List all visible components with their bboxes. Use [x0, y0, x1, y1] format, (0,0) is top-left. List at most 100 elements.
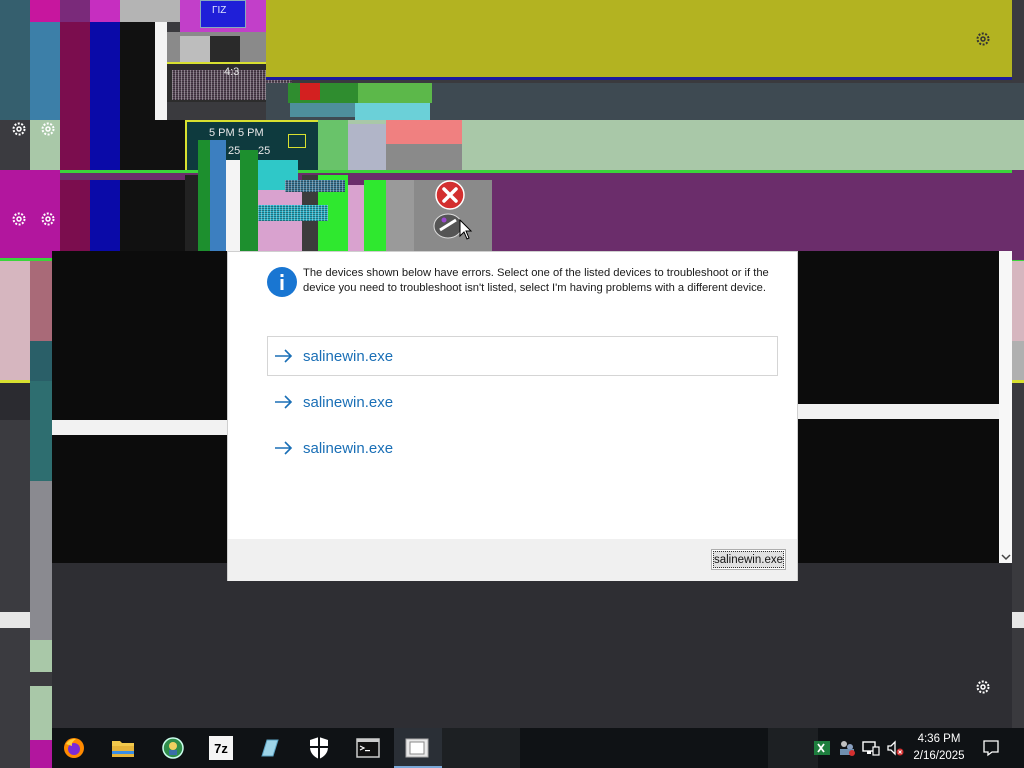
glitch-label: 25 [258, 145, 271, 157]
settings-gear-icon[interactable] [975, 679, 991, 695]
clock-date: 2/16/2025 [913, 750, 965, 762]
notepad-icon[interactable] [257, 736, 281, 760]
notification-center-icon[interactable] [982, 739, 1000, 757]
arrow-right-icon [274, 441, 294, 455]
glitch-block [120, 120, 185, 170]
network-icon[interactable] [862, 739, 880, 757]
glitch-block [798, 404, 999, 419]
glitch-block [90, 120, 120, 170]
gear-icon [11, 121, 27, 137]
glitch-block [52, 420, 227, 435]
gear-icon [975, 31, 991, 47]
glitch-label: 4:3 [224, 66, 240, 78]
glitch-block [768, 728, 818, 768]
glitch-line [1012, 380, 1024, 383]
desktop: ΓIZ 4:3 5 PM 5 PM 25 25 The devices show… [0, 0, 1024, 768]
glitch-block [318, 120, 348, 175]
info-icon [266, 266, 298, 298]
dialog-window-icon[interactable] [405, 736, 429, 760]
glitch-block [120, 180, 185, 255]
background-panel [52, 563, 1012, 728]
device-link-3[interactable]: salinewin.exe [267, 428, 778, 468]
glitch-block [364, 180, 386, 255]
app-icon[interactable] [161, 736, 185, 760]
glitch-block [1012, 612, 1024, 628]
gear-icon [40, 211, 56, 227]
volume-muted-icon[interactable] [886, 739, 904, 757]
glitch-block [0, 380, 30, 420]
gear-icon [40, 121, 56, 137]
glitch-block [180, 36, 210, 62]
chevron-down-icon[interactable] [1001, 549, 1011, 561]
troubleshooter-dialog: The devices shown below have errors. Sel… [227, 251, 798, 581]
glitch-block [90, 180, 120, 255]
glitch-label: 5 PM [209, 127, 235, 139]
glitch-block [198, 140, 210, 255]
glitch-label: 5 PM [238, 127, 264, 139]
file-explorer-icon[interactable] [111, 736, 135, 760]
arrow-right-icon [274, 349, 294, 363]
glitch-noise [258, 205, 328, 221]
glitch-block [240, 150, 258, 255]
glitch-block [348, 124, 386, 174]
glitch-block [30, 261, 52, 341]
glitch-block [386, 180, 414, 255]
glitch-block [1012, 261, 1024, 341]
glitch-block [355, 103, 430, 120]
glitch-block [30, 640, 52, 740]
firefox-icon[interactable] [62, 736, 86, 760]
info-text: The devices shown below have errors. Sel… [303, 267, 769, 294]
glitch-block [30, 341, 52, 381]
footer-button[interactable]: salinewin.exe [710, 549, 786, 570]
info-message: The devices shown below have errors. Sel… [266, 266, 786, 298]
glitch-block [210, 36, 240, 62]
glitch-block [155, 22, 167, 120]
security-shield-icon[interactable] [307, 736, 331, 760]
glitch-block [30, 0, 60, 22]
glitch-label: ΓIZ [212, 5, 227, 16]
7zip-label: 7z [214, 740, 228, 756]
scrollbar[interactable] [999, 251, 1012, 563]
device-link-label: salinewin.exe [303, 439, 394, 457]
glitch-block [0, 0, 30, 120]
network-people-icon[interactable] [838, 739, 856, 757]
glitch-block [0, 612, 30, 628]
glitch-block [386, 120, 462, 144]
glitch-block [358, 83, 432, 103]
glitch-block [210, 140, 226, 255]
error-icon [435, 180, 465, 210]
glitch-line [0, 380, 30, 383]
glitch-block [30, 381, 52, 481]
glitch-block [1012, 170, 1024, 260]
dialog-footer: salinewin.exe [228, 539, 797, 581]
glitch-block [348, 185, 364, 255]
7zip-icon[interactable]: 7z [209, 736, 233, 760]
glitch-block: ΓIZ [200, 0, 246, 28]
glitch-block [440, 728, 520, 768]
system-clock[interactable]: 4:36 PM 2/16/2025 [908, 731, 970, 765]
device-link-label: salinewin.exe [303, 393, 394, 411]
clock-time: 4:36 PM [917, 733, 961, 745]
glitch-block [30, 672, 52, 686]
excel-icon[interactable] [813, 739, 831, 757]
gear-icon [11, 211, 27, 227]
glitch-noise [285, 180, 345, 192]
mouse-cursor-icon [459, 218, 473, 241]
glitch-block [60, 0, 90, 22]
device-link-label: salinewin.exe [303, 347, 394, 365]
glitch-block [258, 190, 302, 255]
glitch-block [288, 134, 306, 148]
glitch-block [30, 740, 52, 768]
device-link-1[interactable]: salinewin.exe [267, 336, 778, 376]
glitch-window [266, 0, 1012, 80]
glitch-block [90, 0, 120, 22]
glitch-block [288, 83, 358, 103]
terminal-icon[interactable] [356, 736, 380, 760]
glitch-label: 25 [228, 145, 241, 157]
glitch-block [1012, 341, 1024, 381]
glitch-block [300, 83, 320, 100]
glitch-block [226, 160, 240, 255]
device-link-2[interactable]: salinewin.exe [267, 382, 778, 422]
glitch-block [120, 0, 180, 22]
arrow-right-icon [274, 395, 294, 409]
